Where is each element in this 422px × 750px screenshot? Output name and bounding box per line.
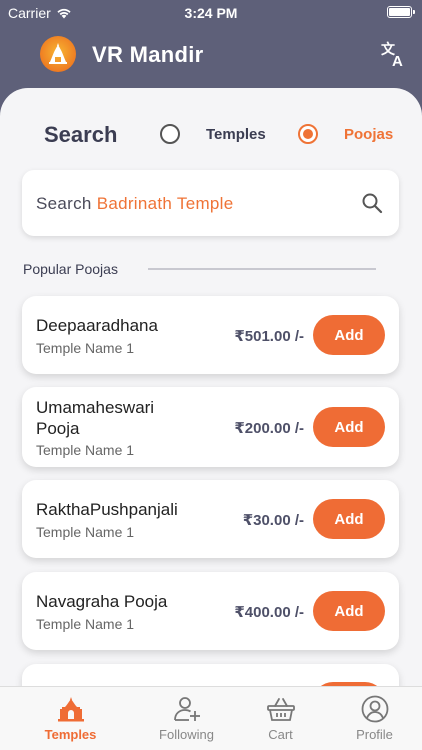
search-icon[interactable] xyxy=(361,192,383,214)
pooja-price: ₹200.00 /- xyxy=(234,420,304,437)
pooja-temple: Temple Name 1 xyxy=(36,524,135,540)
pooja-name: RakthaPushpanjali xyxy=(36,500,178,519)
search-placeholder: Search Badrinath Temple xyxy=(36,194,234,214)
tab-bar: Temples Following Cart Profile xyxy=(0,686,422,750)
search-placeholder-prefix: Search xyxy=(36,194,92,213)
app-logo xyxy=(40,36,76,72)
add-user-icon xyxy=(173,697,200,721)
battery-icon xyxy=(387,6,415,18)
poojas-radio-label[interactable]: Poojas xyxy=(344,126,393,143)
pooja-temple: Temple Name 1 xyxy=(36,442,135,458)
search-placeholder-example: Badrinath Temple xyxy=(96,194,234,213)
pooja-temple: Temple Name 1 xyxy=(36,340,135,356)
add-button[interactable]: Add xyxy=(313,591,385,631)
search-input[interactable]: Search Badrinath Temple xyxy=(22,170,399,236)
app-header: VR Mandir 文 A xyxy=(0,26,422,86)
pooja-name: Navagraha Pooja xyxy=(36,592,168,611)
status-bar: Carrier 3:24 PM xyxy=(0,0,422,26)
tab-label: Temples xyxy=(44,727,97,742)
pooja-price: ₹30.00 /- xyxy=(242,512,304,529)
add-button[interactable]: Add xyxy=(313,499,385,539)
pooja-card[interactable]: Navagraha Pooja Temple Name 1 ₹400.00 /-… xyxy=(22,572,399,650)
pooja-name: Umamaheswari Pooja xyxy=(36,398,155,438)
add-button[interactable]: Add xyxy=(313,407,385,447)
search-heading: Search xyxy=(44,122,118,147)
tab-following[interactable]: Following xyxy=(134,687,239,750)
tab-label: Following xyxy=(159,727,214,742)
pooja-price: ₹501.00 /- xyxy=(234,328,304,345)
temple-icon xyxy=(57,697,84,722)
clock: 3:24 PM xyxy=(184,5,238,21)
profile-icon xyxy=(361,695,388,723)
tab-temples[interactable]: Temples xyxy=(18,687,123,750)
pooja-name: Deepaaradhana xyxy=(36,316,158,335)
poojas-radio[interactable] xyxy=(298,124,318,144)
pooja-temple: Temple Name 1 xyxy=(36,616,135,632)
tab-profile[interactable]: Profile xyxy=(322,687,422,750)
app-title: VR Mandir xyxy=(92,42,204,67)
tab-label: Cart xyxy=(268,727,293,742)
add-button[interactable]: Add xyxy=(313,315,385,355)
pooja-card[interactable]: RakthaPushpanjali Temple Name 1 ₹30.00 /… xyxy=(22,480,399,558)
svg-text:A: A xyxy=(392,53,403,68)
temple-logo-icon xyxy=(49,43,67,64)
section-title: Popular Poojas xyxy=(23,261,118,277)
temples-radio[interactable] xyxy=(160,124,180,144)
basket-icon xyxy=(266,698,295,721)
section-divider xyxy=(148,268,376,270)
pooja-card[interactable]: Umamaheswari Pooja Temple Name 1 ₹200.00… xyxy=(22,387,399,467)
pooja-card[interactable]: Deepaaradhana Temple Name 1 ₹501.00 /- A… xyxy=(22,296,399,374)
tab-cart[interactable]: Cart xyxy=(228,687,333,750)
pooja-price: ₹400.00 /- xyxy=(234,604,304,621)
tab-label: Profile xyxy=(356,727,393,742)
temples-radio-label[interactable]: Temples xyxy=(206,126,266,143)
translate-icon[interactable]: 文 A xyxy=(380,40,408,68)
